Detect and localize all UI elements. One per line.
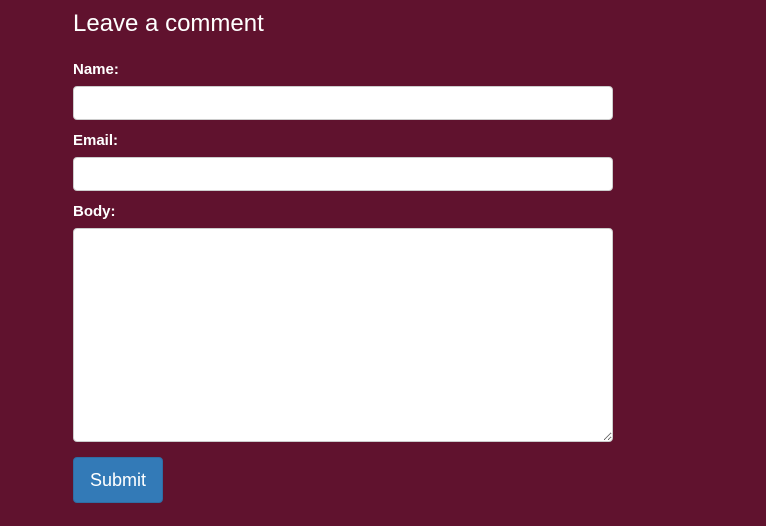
form-title: Leave a comment (73, 10, 264, 37)
body-textarea[interactable] (73, 228, 613, 442)
body-label: Body: (73, 203, 116, 220)
submit-button[interactable]: Submit (73, 457, 163, 503)
name-field[interactable] (73, 86, 613, 120)
name-label: Name: (73, 61, 119, 78)
email-label: Email: (73, 132, 119, 149)
email-field[interactable] (73, 157, 613, 191)
